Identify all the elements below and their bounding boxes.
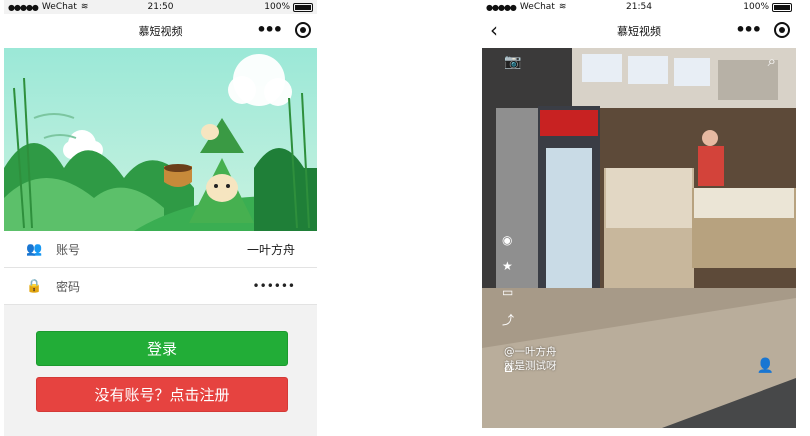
nav-title: 慕短视频: [138, 25, 183, 38]
video-player[interactable]: 📷 ⌕ ◉ ★ ▭ ⤴ @一叶方舟 就是测试呀 ⌂ 👤: [482, 48, 796, 428]
account-label: 账号: [56, 242, 81, 257]
battery-percent: 100%: [743, 2, 769, 12]
video-screen: ●●●●● WeChat ≋ 21:54 100% ‹ 慕短视频 ••• 📷 ⌕…: [482, 0, 796, 436]
battery-percent: 100%: [264, 2, 290, 12]
back-icon[interactable]: ‹: [490, 20, 498, 40]
more-icon[interactable]: •••: [735, 22, 762, 38]
close-miniprogram-icon[interactable]: [774, 22, 790, 38]
lock-icon: 🔒: [26, 278, 43, 294]
profile-icon[interactable]: 👤: [757, 358, 774, 374]
home-icon[interactable]: ⌂: [504, 360, 513, 376]
nav-bar: ‹ 慕短视频 •••: [482, 14, 796, 48]
battery-icon: [293, 2, 313, 12]
carrier-label: WeChat: [41, 2, 77, 12]
signal-icon: ●●●●●: [486, 2, 517, 12]
account-row[interactable]: 👥 账号 一叶方舟: [4, 231, 317, 268]
author-avatar[interactable]: ◉: [502, 233, 514, 247]
password-input[interactable]: ••••••: [253, 279, 295, 293]
author-name[interactable]: @一叶方舟: [504, 345, 557, 359]
password-row[interactable]: 🔒 密码 ••••••: [4, 268, 317, 305]
camera-icon[interactable]: 📷: [504, 54, 521, 70]
signal-icon: ●●●●●: [8, 2, 39, 12]
login-screen: ●●●●● WeChat ≋ 21:50 100% 慕短视频 ••• 👥 账号 …: [4, 0, 317, 436]
carrier-label: WeChat: [519, 2, 555, 12]
login-button[interactable]: 登录: [36, 331, 288, 366]
comment-icon[interactable]: ▭: [502, 285, 514, 299]
close-miniprogram-icon[interactable]: [295, 22, 311, 38]
more-icon[interactable]: •••: [256, 22, 283, 38]
nav-title: 慕短视频: [617, 25, 661, 38]
register-button[interactable]: 没有账号？点击注册: [36, 377, 288, 412]
battery-icon: [772, 2, 792, 12]
nav-bar: 慕短视频 •••: [4, 14, 317, 48]
status-time: 21:54: [626, 2, 652, 12]
status-time: 21:50: [147, 2, 174, 12]
login-form: 👥 账号 一叶方舟 🔒 密码 ••••••: [4, 231, 317, 305]
capsule-menu: •••: [256, 22, 311, 38]
wifi-icon: ≋: [558, 2, 567, 12]
search-icon[interactable]: ⌕: [768, 52, 776, 70]
status-bar: ●●●●● WeChat ≋ 21:54 100%: [482, 0, 796, 14]
password-label: 密码: [56, 279, 81, 294]
account-input[interactable]: 一叶方舟: [247, 241, 295, 258]
side-action-bar: ◉ ★ ▭ ⤴: [502, 233, 514, 328]
like-icon[interactable]: ★: [502, 259, 514, 273]
status-bar: ●●●●● WeChat ≋ 21:50 100%: [4, 0, 317, 14]
wifi-icon: ≋: [80, 2, 89, 12]
user-group-icon: 👥: [26, 241, 43, 257]
banner-image: [4, 48, 317, 231]
dragon-boat-illustration: [4, 54, 317, 231]
capsule-menu: •••: [735, 22, 790, 38]
share-icon[interactable]: ⤴: [502, 311, 514, 328]
